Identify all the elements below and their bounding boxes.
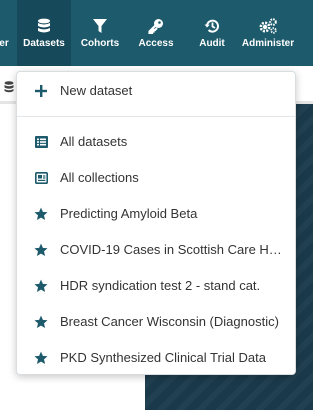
menu-item-label: PKD Synthesized Clinical Trial Data — [60, 350, 266, 365]
nav-item-access[interactable]: Access — [130, 0, 182, 66]
menu-item-label: COVID-19 Cases in Scottish Care Homes — [60, 242, 284, 257]
menu-item-favourite[interactable]: Breast Cancer Wisconsin (Diagnostic) — [17, 307, 295, 337]
key-icon — [145, 16, 167, 36]
list-icon — [34, 135, 48, 149]
menu-item-favourite[interactable]: HDR syndication test 2 - stand cat. — [17, 271, 295, 301]
menu-item-label: All datasets — [60, 134, 128, 149]
gears-icon — [257, 16, 279, 36]
star-icon — [34, 315, 48, 329]
nav-label: Datasets — [23, 38, 65, 49]
database-icon — [4, 80, 16, 93]
menu-item-label: All collections — [60, 170, 139, 185]
nav-label: Cohorts — [80, 38, 120, 49]
nav-label: Access — [138, 38, 174, 49]
menu-item-new-dataset[interactable]: New dataset — [17, 76, 295, 106]
nav-item-datasets[interactable]: Datasets — [17, 0, 71, 66]
nav-item-audit[interactable]: Audit — [186, 0, 238, 66]
nav-label: Audit — [199, 38, 225, 49]
star-icon — [34, 207, 48, 221]
nav-label: er — [0, 38, 9, 49]
menu-item-label: New dataset — [60, 83, 133, 98]
star-icon — [34, 279, 48, 293]
star-icon — [34, 351, 48, 365]
menu-item-all-collections[interactable]: All collections — [17, 163, 295, 193]
nav-item-partial[interactable]: er — [0, 0, 12, 66]
menu-item-all-datasets[interactable]: All datasets — [17, 127, 295, 157]
menu-item-label: Predicting Amyloid Beta — [60, 206, 198, 221]
menu-item-favourite[interactable]: PKD Synthesized Clinical Trial Data — [17, 343, 295, 373]
collection-icon — [34, 171, 48, 185]
menu-item-favourite[interactable]: Predicting Amyloid Beta — [17, 199, 295, 229]
nav-item-cohorts[interactable]: Cohorts — [74, 0, 126, 66]
plus-icon — [34, 84, 48, 98]
filter-icon — [89, 16, 111, 36]
menu-divider — [17, 116, 295, 117]
unknown-icon — [0, 16, 15, 36]
star-icon — [34, 243, 48, 257]
nav-label: Administer — [241, 38, 295, 49]
database-icon — [33, 16, 55, 36]
menu-item-label: HDR syndication test 2 - stand cat. — [60, 278, 261, 293]
menu-item-label: Breast Cancer Wisconsin (Diagnostic) — [60, 314, 279, 329]
datasets-dropdown-menu: New dataset All datasets All collections… — [16, 71, 296, 375]
nav-item-administer[interactable]: Administer — [240, 0, 296, 66]
menu-item-favourite[interactable]: COVID-19 Cases in Scottish Care Homes — [17, 235, 295, 265]
history-icon — [201, 16, 223, 36]
top-navbar: er Datasets Cohorts Access Audit Adminis… — [0, 0, 313, 66]
